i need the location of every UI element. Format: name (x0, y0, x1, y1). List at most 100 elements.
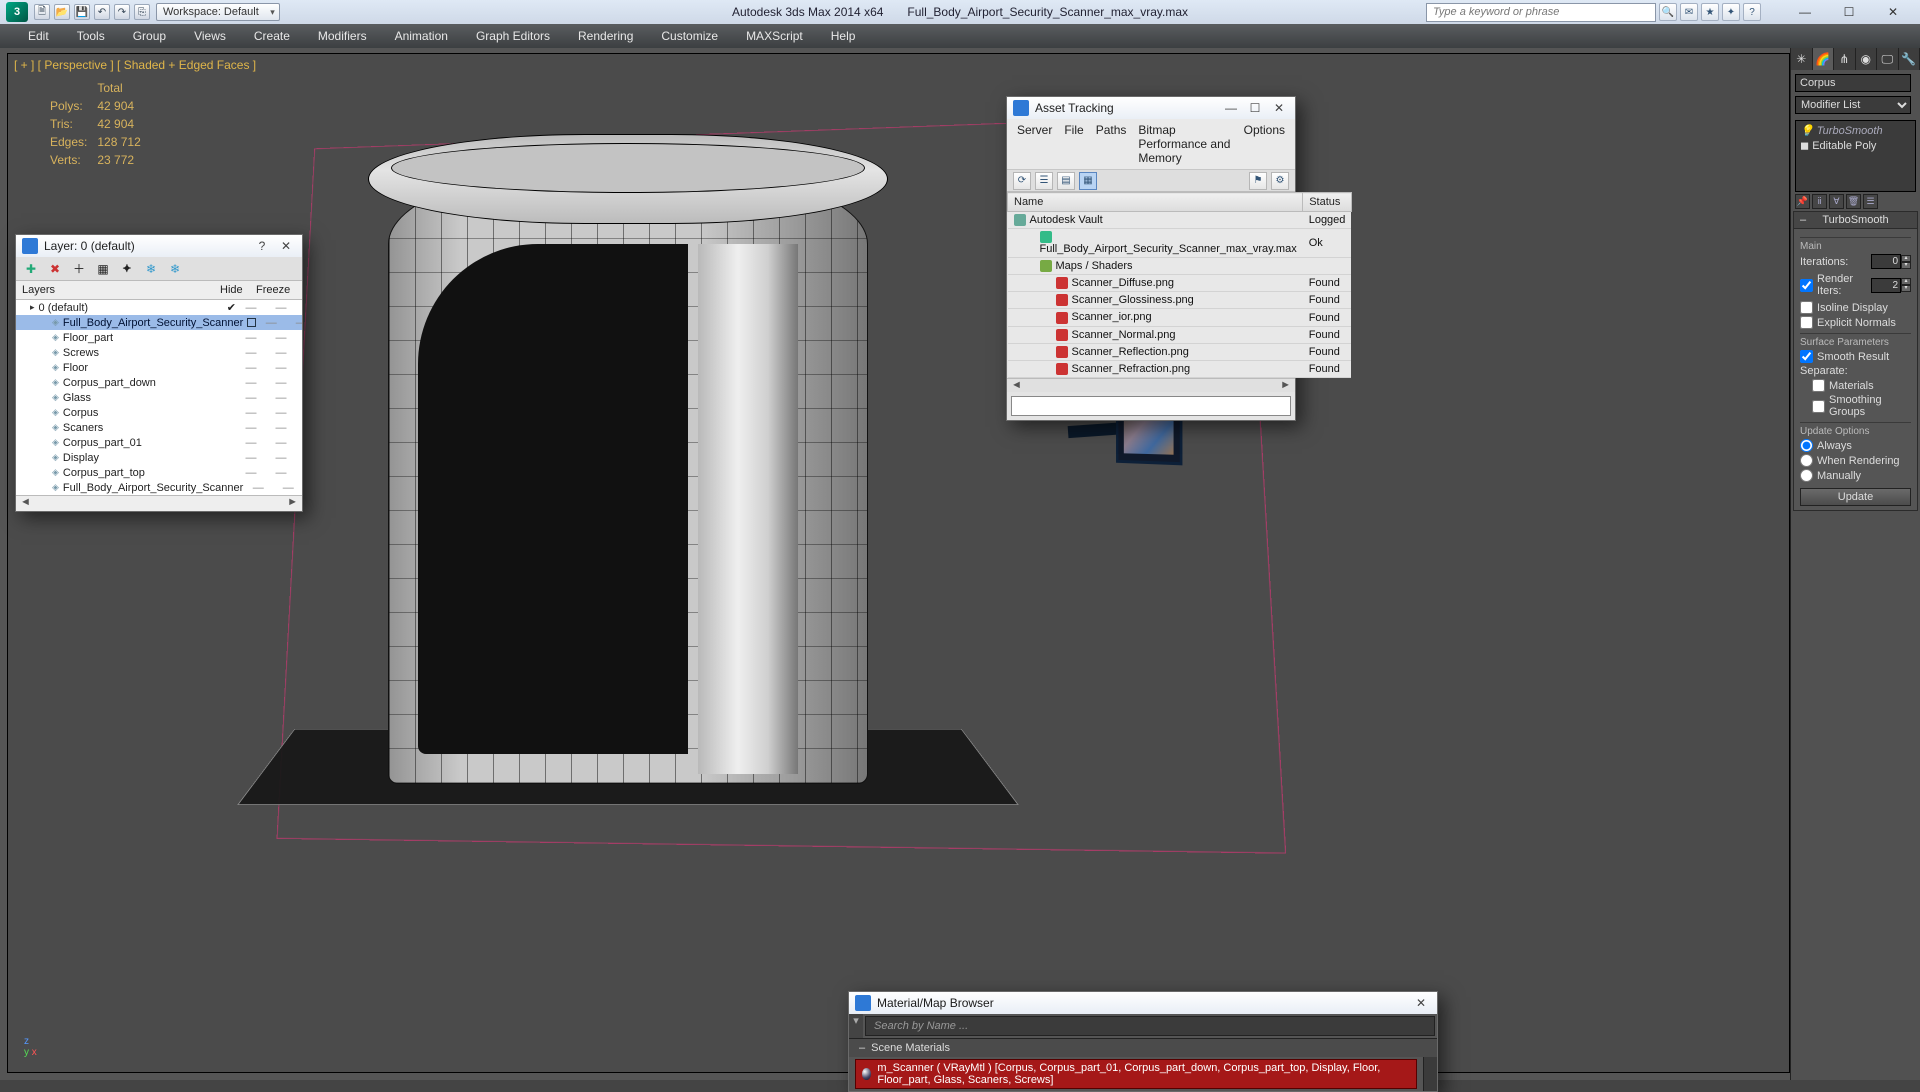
asset-menu-options[interactable]: Options (1244, 123, 1285, 165)
status-toggle-icon[interactable]: ⚑ (1249, 172, 1267, 190)
asset-menu-bitmap-performance-and-memory[interactable]: Bitmap Performance and Memory (1138, 123, 1231, 165)
layer-row[interactable]: Floor_part—— (16, 330, 302, 345)
layer-list[interactable]: 0 (default) ✔——Full_Body_Airport_Securit… (16, 300, 302, 495)
menu-tools[interactable]: Tools (63, 25, 119, 47)
update-rendering-radio[interactable]: When Rendering (1800, 454, 1911, 467)
col-layers[interactable]: Layers (22, 284, 220, 296)
sep-smgroups-checkbox[interactable]: Smoothing Groups (1812, 394, 1911, 418)
menu-rendering[interactable]: Rendering (564, 25, 647, 47)
col-status[interactable]: Status (1303, 193, 1352, 212)
material-item[interactable]: m_Scanner ( VRayMtl ) [Corpus, Corpus_pa… (855, 1059, 1417, 1089)
menu-edit[interactable]: Edit (14, 25, 63, 47)
layer-row[interactable]: Corpus_part_top—— (16, 465, 302, 480)
close-button[interactable]: ✕ (1872, 2, 1914, 22)
material-browser-dialog[interactable]: Material/Map Browser ✕ ▾ Search by Name … (848, 991, 1438, 1092)
tree-icon[interactable]: ☰ (1035, 172, 1053, 190)
update-button[interactable]: Update (1800, 488, 1911, 506)
highlight-icon[interactable]: ⯌ (118, 260, 136, 278)
menu-create[interactable]: Create (240, 25, 304, 47)
asset-hscroll[interactable]: ◄► (1007, 378, 1295, 392)
layer-row[interactable]: Full_Body_Airport_Security_Scanner —— (16, 315, 302, 330)
asset-close-button[interactable]: ✕ (1269, 101, 1289, 115)
comm-center-icon[interactable]: ✉ (1680, 3, 1698, 21)
menu-maxscript[interactable]: MAXScript (732, 25, 817, 47)
open-file-icon[interactable]: 📂 (54, 4, 70, 20)
asset-row[interactable]: Scanner_Glossiness.pngFound (1008, 292, 1352, 309)
list-icon[interactable]: ▤ (1057, 172, 1075, 190)
refresh-icon[interactable]: ⟳ (1013, 172, 1031, 190)
tab-hierarchy-icon[interactable]: ⋔ (1834, 48, 1856, 70)
modifier-list-dropdown[interactable]: Modifier List (1795, 96, 1911, 114)
layer-close-button[interactable]: ✕ (276, 239, 296, 253)
explicit-normals-checkbox[interactable]: Explicit Normals (1800, 316, 1911, 329)
search-input[interactable]: Type a keyword or phrase (1426, 3, 1656, 22)
scene-materials-section[interactable]: Scene Materials (849, 1038, 1437, 1057)
viewport-perspective[interactable]: [ + ] [ Perspective ] [ Shaded + Edged F… (7, 53, 1790, 1073)
asset-menu-paths[interactable]: Paths (1096, 123, 1127, 165)
menu-graph-editors[interactable]: Graph Editors (462, 25, 564, 47)
new-file-icon[interactable]: 🗎 (34, 4, 50, 20)
col-freeze[interactable]: Freeze (256, 284, 296, 296)
save-icon[interactable]: 💾 (74, 4, 90, 20)
layer-row[interactable]: Full_Body_Airport_Security_Scanner—— (16, 480, 302, 495)
render-iters-spinner[interactable]: ▴▾ (1871, 278, 1911, 293)
material-search-input[interactable]: Search by Name ... (865, 1016, 1435, 1036)
favorites-icon[interactable]: ★ (1701, 3, 1719, 21)
col-hide[interactable]: Hide (220, 284, 256, 296)
workspace-dropdown[interactable]: Workspace: Default (156, 3, 280, 21)
menu-group[interactable]: Group (119, 25, 180, 47)
remove-mod-icon[interactable]: 🗑 (1846, 194, 1861, 209)
object-name-input[interactable] (1795, 74, 1911, 92)
menu-modifiers[interactable]: Modifiers (304, 25, 381, 47)
asset-tracking-dialog[interactable]: Asset Tracking —☐✕ ServerFilePathsBitmap… (1006, 96, 1296, 421)
material-options-icon[interactable]: ▾ (849, 1014, 863, 1038)
configure-sets-icon[interactable]: ☰ (1863, 194, 1878, 209)
menu-customize[interactable]: Customize (647, 25, 732, 47)
tab-display-icon[interactable]: 🖵 (1877, 48, 1899, 70)
layer-row[interactable]: Glass—— (16, 390, 302, 405)
delete-layer-icon[interactable]: ✖ (46, 260, 64, 278)
freeze-icon[interactable]: ❄ (166, 260, 184, 278)
isoline-checkbox[interactable]: Isoline Display (1800, 301, 1911, 314)
sep-materials-checkbox[interactable]: Materials (1812, 379, 1911, 392)
layer-manager-dialog[interactable]: Layer: 0 (default) ?✕ ✚ ✖ ＋ ▦ ⯌ ❄ ❄ Laye… (15, 234, 303, 512)
link-icon[interactable]: ⎘ (134, 4, 150, 20)
select-layer-obj-icon[interactable]: ▦ (94, 260, 112, 278)
hide-unhide-icon[interactable]: ❄ (142, 260, 160, 278)
layer-row[interactable]: Floor—— (16, 360, 302, 375)
material-scroll[interactable] (1423, 1057, 1437, 1091)
redo-icon[interactable]: ↷ (114, 4, 130, 20)
asset-min-button[interactable]: — (1221, 101, 1241, 115)
tab-motion-icon[interactable]: ◉ (1856, 48, 1878, 70)
app-logo-icon[interactable]: 3 (6, 2, 28, 22)
asset-row[interactable]: Scanner_ior.pngFound (1008, 309, 1352, 326)
help-icon[interactable]: ? (1743, 3, 1761, 21)
settings-icon[interactable]: ⚙ (1271, 172, 1289, 190)
exchange-icon[interactable]: ✦ (1722, 3, 1740, 21)
new-layer-icon[interactable]: ✚ (22, 260, 40, 278)
layer-row[interactable]: 0 (default) ✔—— (16, 300, 302, 315)
viewport-label[interactable]: [ + ] [ Perspective ] [ Shaded + Edged F… (14, 58, 256, 72)
render-iters-checkbox[interactable]: Render Iters: (1800, 273, 1871, 297)
tab-modify-icon[interactable]: 🌈 (1813, 48, 1835, 70)
menu-views[interactable]: Views (180, 25, 240, 47)
asset-row[interactable]: Autodesk VaultLogged (1008, 212, 1352, 229)
asset-menu-server[interactable]: Server (1017, 123, 1052, 165)
asset-command-input[interactable] (1011, 396, 1291, 416)
material-close-button[interactable]: ✕ (1411, 996, 1431, 1010)
asset-row[interactable]: Full_Body_Airport_Security_Scanner_max_v… (1008, 229, 1352, 258)
asset-row[interactable]: Scanner_Diffuse.pngFound (1008, 275, 1352, 292)
add-to-layer-icon[interactable]: ＋ (70, 260, 88, 278)
layer-row[interactable]: Screws—— (16, 345, 302, 360)
search-go-icon[interactable]: 🔍 (1659, 3, 1677, 21)
asset-row[interactable]: Scanner_Reflection.pngFound (1008, 343, 1352, 360)
menu-help[interactable]: Help (817, 25, 870, 47)
asset-row[interactable]: Scanner_Normal.pngFound (1008, 326, 1352, 343)
rollout-header[interactable]: TurboSmooth (1794, 212, 1917, 229)
asset-row[interactable]: Maps / Shaders (1008, 258, 1352, 275)
pin-stack-icon[interactable]: 📌 (1795, 194, 1810, 209)
iterations-spinner[interactable]: ▴▾ (1871, 254, 1911, 269)
layer-row[interactable]: Display—— (16, 450, 302, 465)
undo-icon[interactable]: ↶ (94, 4, 110, 20)
update-manual-radio[interactable]: Manually (1800, 469, 1911, 482)
